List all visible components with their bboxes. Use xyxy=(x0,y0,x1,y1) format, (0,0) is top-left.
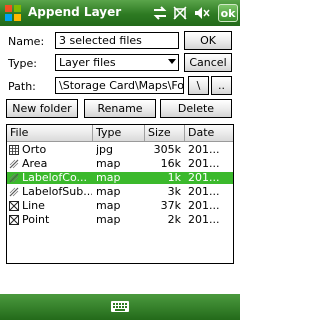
window-title: Append Layer xyxy=(28,5,122,19)
column-header-file[interactable]: File xyxy=(7,125,93,141)
type-select-value: Layer files xyxy=(59,56,116,69)
root-folder-button[interactable]: \ xyxy=(188,76,209,95)
raster-grid-icon xyxy=(9,145,19,155)
rename-button[interactable]: Rename xyxy=(84,99,156,118)
file-row[interactable]: Area map 16k 201... xyxy=(7,158,233,170)
file-name: LabelofSub... xyxy=(22,186,92,198)
map-layer-icon xyxy=(9,173,19,183)
file-date: 201... xyxy=(188,214,220,226)
keyboard-icon[interactable] xyxy=(110,298,130,314)
file-name: Area xyxy=(22,158,48,170)
column-header-type[interactable]: Type xyxy=(93,125,145,141)
file-date: 201... xyxy=(188,158,220,170)
column-header-size[interactable]: Size xyxy=(145,125,185,141)
file-type: map xyxy=(96,200,121,212)
type-label: Type: xyxy=(8,57,37,70)
delete-button[interactable]: Delete xyxy=(160,99,232,118)
title-bar: Append Layer ok xyxy=(0,0,240,26)
chevron-down-icon[interactable] xyxy=(168,59,176,64)
vector-layer-icon xyxy=(9,215,19,225)
new-folder-button[interactable]: New folder xyxy=(6,99,78,118)
map-layer-icon xyxy=(9,159,19,169)
windows-start-icon[interactable] xyxy=(4,4,22,22)
file-row[interactable]: Line map 37k 201... xyxy=(7,200,233,212)
menu-bar xyxy=(0,294,240,320)
file-list[interactable]: File Type Size Date Orto jpg 305k 201... Are… xyxy=(6,124,234,264)
file-date: 201... xyxy=(188,144,220,156)
file-name: LabelofCo... xyxy=(22,172,87,184)
file-row[interactable]: LabelofCo... map 1k 201... xyxy=(7,172,233,184)
cancel-button[interactable]: Cancel xyxy=(184,53,232,72)
file-date: 201... xyxy=(188,200,220,212)
name-field[interactable]: 3 selected files xyxy=(55,32,179,49)
title-ok-button[interactable]: ok xyxy=(218,4,238,22)
path-label: Path: xyxy=(8,80,36,93)
file-size: 1k xyxy=(167,172,181,184)
file-size: 16k xyxy=(160,158,181,170)
path-field[interactable]: \Storage Card\Maps\For xyxy=(55,77,184,94)
ok-button[interactable]: OK xyxy=(184,31,232,50)
connectivity-icon[interactable] xyxy=(152,5,168,21)
file-date: 201... xyxy=(188,186,220,198)
file-size: 305k xyxy=(153,144,181,156)
volume-muted-icon[interactable] xyxy=(194,5,210,21)
file-type: jpg xyxy=(96,144,114,156)
file-size: 3k xyxy=(167,186,181,198)
file-name: Point xyxy=(22,214,50,226)
file-name: Line xyxy=(22,200,45,212)
parent-folder-button[interactable]: .. xyxy=(211,76,232,95)
file-row[interactable]: Orto jpg 305k 201... xyxy=(7,144,233,156)
type-select[interactable]: Layer files xyxy=(55,54,179,71)
file-list-header: File Type Size Date xyxy=(7,125,233,142)
file-row[interactable]: Point map 2k 201... xyxy=(7,214,233,226)
name-label: Name: xyxy=(8,35,45,48)
file-type: map xyxy=(96,158,121,170)
file-size: 2k xyxy=(167,214,181,226)
file-name: Orto xyxy=(22,144,47,156)
file-date: 201... xyxy=(188,172,220,184)
file-type: map xyxy=(96,214,121,226)
file-row[interactable]: LabelofSub... map 3k 201... xyxy=(7,186,233,198)
column-header-date[interactable]: Date xyxy=(185,125,233,141)
vector-layer-icon xyxy=(9,201,19,211)
file-type: map xyxy=(96,172,121,184)
signal-off-icon[interactable] xyxy=(172,5,188,21)
file-type: map xyxy=(96,186,121,198)
map-layer-icon xyxy=(9,187,19,197)
file-size: 37k xyxy=(160,200,181,212)
